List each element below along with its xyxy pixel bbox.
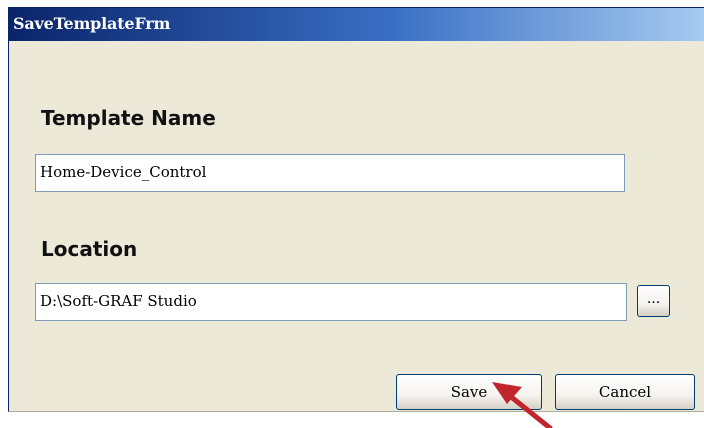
location-input[interactable]: D:\Soft-GRAF Studio [35, 283, 627, 321]
location-label: Location [41, 237, 138, 261]
browse-button[interactable]: ... [637, 285, 670, 317]
window-title: SaveTemplateFrm [13, 14, 171, 33]
template-name-label: Template Name [41, 106, 216, 130]
save-button[interactable]: Save [396, 374, 542, 410]
title-bar[interactable]: SaveTemplateFrm [9, 8, 704, 41]
save-template-dialog: SaveTemplateFrm Template Name Home-Devic… [8, 7, 704, 412]
template-name-input[interactable]: Home-Device_Control [35, 154, 625, 192]
cancel-button[interactable]: Cancel [555, 374, 695, 410]
